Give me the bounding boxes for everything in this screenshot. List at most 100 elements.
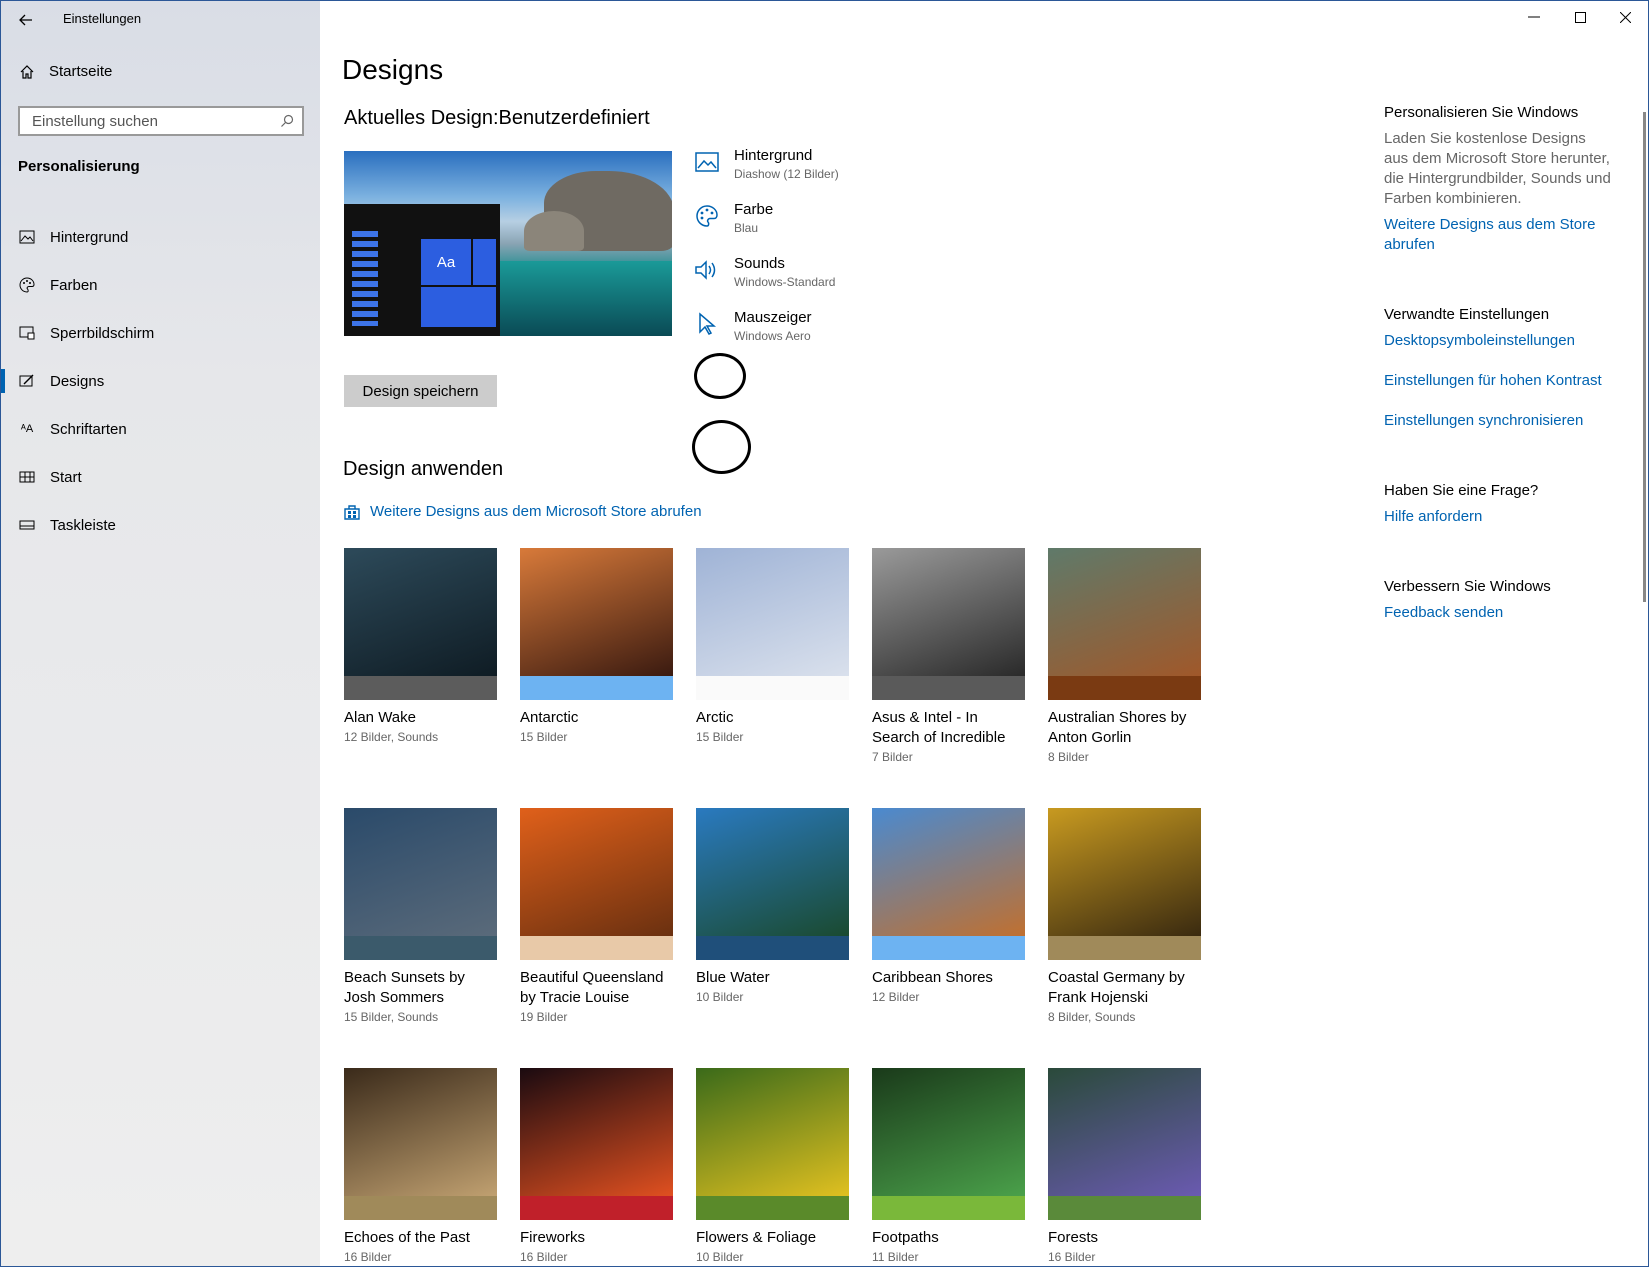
sidebar-item-sperrbildschirm[interactable]: Sperrbildschirm [1, 309, 320, 357]
sidebar-item-label: Designs [50, 372, 105, 390]
section-title: Personalisierung [18, 158, 140, 175]
back-button[interactable] [15, 9, 37, 31]
theme-card[interactable]: Asus & Intel - In Search of Incredible 7 … [872, 548, 1025, 764]
attribute-farbe[interactable]: Farbe Blau [694, 201, 773, 235]
sidebar-item-schriftarten[interactable]: ᴬA Schriftarten [1, 405, 320, 453]
theme-card[interactable]: Coastal Germany by Frank Hojenski 8 Bilde… [1048, 808, 1201, 1024]
theme-color-band [872, 936, 1025, 960]
attribute-value: Diashow (12 Bilder) [734, 167, 839, 181]
maximize-button[interactable] [1560, 4, 1600, 30]
fonts-icon: ᴬA [20, 423, 34, 435]
theme-thumbnail [872, 808, 1025, 936]
search-box[interactable] [18, 106, 304, 136]
design-preview: Aa [344, 151, 672, 336]
sidebar-item-start[interactable]: Start [1, 453, 320, 501]
theme-card[interactable]: Echoes of the Past 16 Bilder [344, 1068, 497, 1264]
attribute-value: Blau [734, 221, 759, 235]
theme-subtitle: 15 Bilder [520, 730, 568, 744]
theme-card[interactable]: Australian Shores by Anton Gorlin 8 Bilde… [1048, 548, 1201, 764]
sidebar-item-label: Farben [50, 276, 98, 294]
theme-subtitle: 16 Bilder [1048, 1250, 1096, 1264]
home-label: Startseite [49, 63, 113, 80]
sidebar: Einstellungen Startseite Personalisierun… [1, 1, 320, 1266]
theme-subtitle: 12 Bilder [872, 990, 920, 1004]
theme-card[interactable]: Forests 16 Bilder [1048, 1068, 1201, 1264]
theme-card[interactable]: Fireworks 16 Bilder [520, 1068, 673, 1264]
image-icon [18, 228, 36, 246]
sidebar-item-label: Taskleiste [50, 516, 116, 534]
store-designs-link[interactable]: Weitere Designs aus dem Store abrufen [1384, 215, 1614, 255]
theme-title: Fireworks [520, 1229, 586, 1246]
home-link[interactable]: Startseite [19, 63, 112, 80]
image-icon [694, 149, 720, 175]
annotation-circle [692, 420, 751, 474]
theme-title: Alan Wake [344, 709, 416, 726]
store-link-label: Weitere Designs aus dem Microsoft Store … [370, 503, 702, 520]
theme-color-band [696, 1196, 849, 1220]
theme-thumbnail [696, 808, 849, 936]
palette-icon [18, 276, 36, 294]
store-link[interactable]: Weitere Designs aus dem Microsoft Store … [344, 503, 702, 520]
close-icon [1619, 11, 1631, 23]
close-button[interactable] [1605, 4, 1645, 30]
store-icon [344, 504, 360, 520]
minimize-button[interactable] [1514, 4, 1554, 30]
save-design-button[interactable]: Design speichern [344, 375, 497, 407]
theme-thumbnail [344, 808, 497, 936]
theme-card[interactable]: Footpaths 11 Bilder [872, 1068, 1025, 1264]
sync-settings-link[interactable]: Einstellungen synchronisieren [1384, 411, 1614, 431]
current-design-label: Aktuelles Design:Benutzerdefiniert [344, 107, 650, 129]
theme-card[interactable]: Beautiful Queensland by Tracie Louise 19 … [520, 808, 673, 1024]
attribute-mauszeiger[interactable]: Mauszeiger Windows Aero [694, 309, 812, 343]
improve-heading: Verbessern Sie Windows [1384, 578, 1551, 595]
sidebar-item-farben[interactable]: Farben [1, 261, 320, 309]
theme-color-band [1048, 1196, 1201, 1220]
theme-color-band [520, 1196, 673, 1220]
high-contrast-link[interactable]: Einstellungen für hohen Kontrast [1384, 371, 1614, 391]
theme-thumbnail [872, 548, 1025, 676]
theme-color-band [344, 676, 497, 700]
theme-card[interactable]: Caribbean Shores 12 Bilder [872, 808, 1025, 1004]
sidebar-item-hintergrund[interactable]: Hintergrund [1, 213, 320, 261]
theme-card[interactable]: Blue Water 10 Bilder [696, 808, 849, 1004]
theme-title: Beautiful Queensland by Tracie Louise [520, 969, 664, 1006]
theme-card[interactable]: Arctic 15 Bilder [696, 548, 849, 744]
get-help-link[interactable]: Hilfe anfordern [1384, 507, 1614, 527]
maximize-icon [1574, 11, 1586, 23]
personalize-heading: Personalisieren Sie Windows [1384, 104, 1579, 121]
feedback-link[interactable]: Feedback senden [1384, 603, 1614, 623]
attribute-sounds[interactable]: Sounds Windows-Standard [694, 255, 835, 289]
desktop-icons-link[interactable]: Desktopsymboleinstellungen [1384, 331, 1614, 351]
theme-thumbnail [344, 1068, 497, 1196]
theme-card[interactable]: Beach Sunsets by Josh Sommers 15 Bilder, … [344, 808, 497, 1024]
scrollbar[interactable] [1643, 112, 1646, 602]
theme-card[interactable]: Antarctic 15 Bilder [520, 548, 673, 744]
theme-card[interactable]: Flowers & Foliage 10 Bilder [696, 1068, 849, 1264]
palette-icon [694, 203, 720, 229]
search-icon[interactable] [280, 114, 294, 128]
app-title: Einstellungen [63, 11, 142, 26]
home-icon [20, 64, 34, 79]
personalize-section: Personalisieren Sie Windows Laden Sie ko… [1384, 104, 1614, 255]
theme-thumbnail [696, 548, 849, 676]
attribute-hintergrund[interactable]: Hintergrund Diashow (12 Bilder) [694, 147, 839, 181]
attribute-name: Hintergrund [734, 147, 813, 164]
minimize-icon [1528, 16, 1540, 18]
theme-thumbnail [1048, 1068, 1201, 1196]
theme-title: Beach Sunsets by Josh Sommers [344, 969, 465, 1006]
sidebar-item-taskleiste[interactable]: Taskleiste [1, 501, 320, 549]
sidebar-item-label: Schriftarten [50, 420, 127, 438]
attribute-name: Mauszeiger [734, 309, 812, 326]
theme-card[interactable]: Alan Wake 12 Bilder, Sounds [344, 548, 497, 744]
apply-design-heading: Design anwenden [343, 458, 504, 480]
theme-color-band [1048, 936, 1201, 960]
taskbar-icon [18, 516, 36, 534]
attribute-name: Sounds [734, 255, 785, 272]
start-icon [18, 468, 36, 486]
theme-title: Caribbean Shores [872, 969, 993, 986]
sidebar-item-designs[interactable]: Designs [1, 357, 320, 405]
sidebar-item-label: Hintergrund [50, 228, 129, 246]
theme-title: Forests [1048, 1229, 1099, 1246]
theme-subtitle: 16 Bilder [520, 1250, 568, 1264]
search-input[interactable] [30, 111, 274, 131]
